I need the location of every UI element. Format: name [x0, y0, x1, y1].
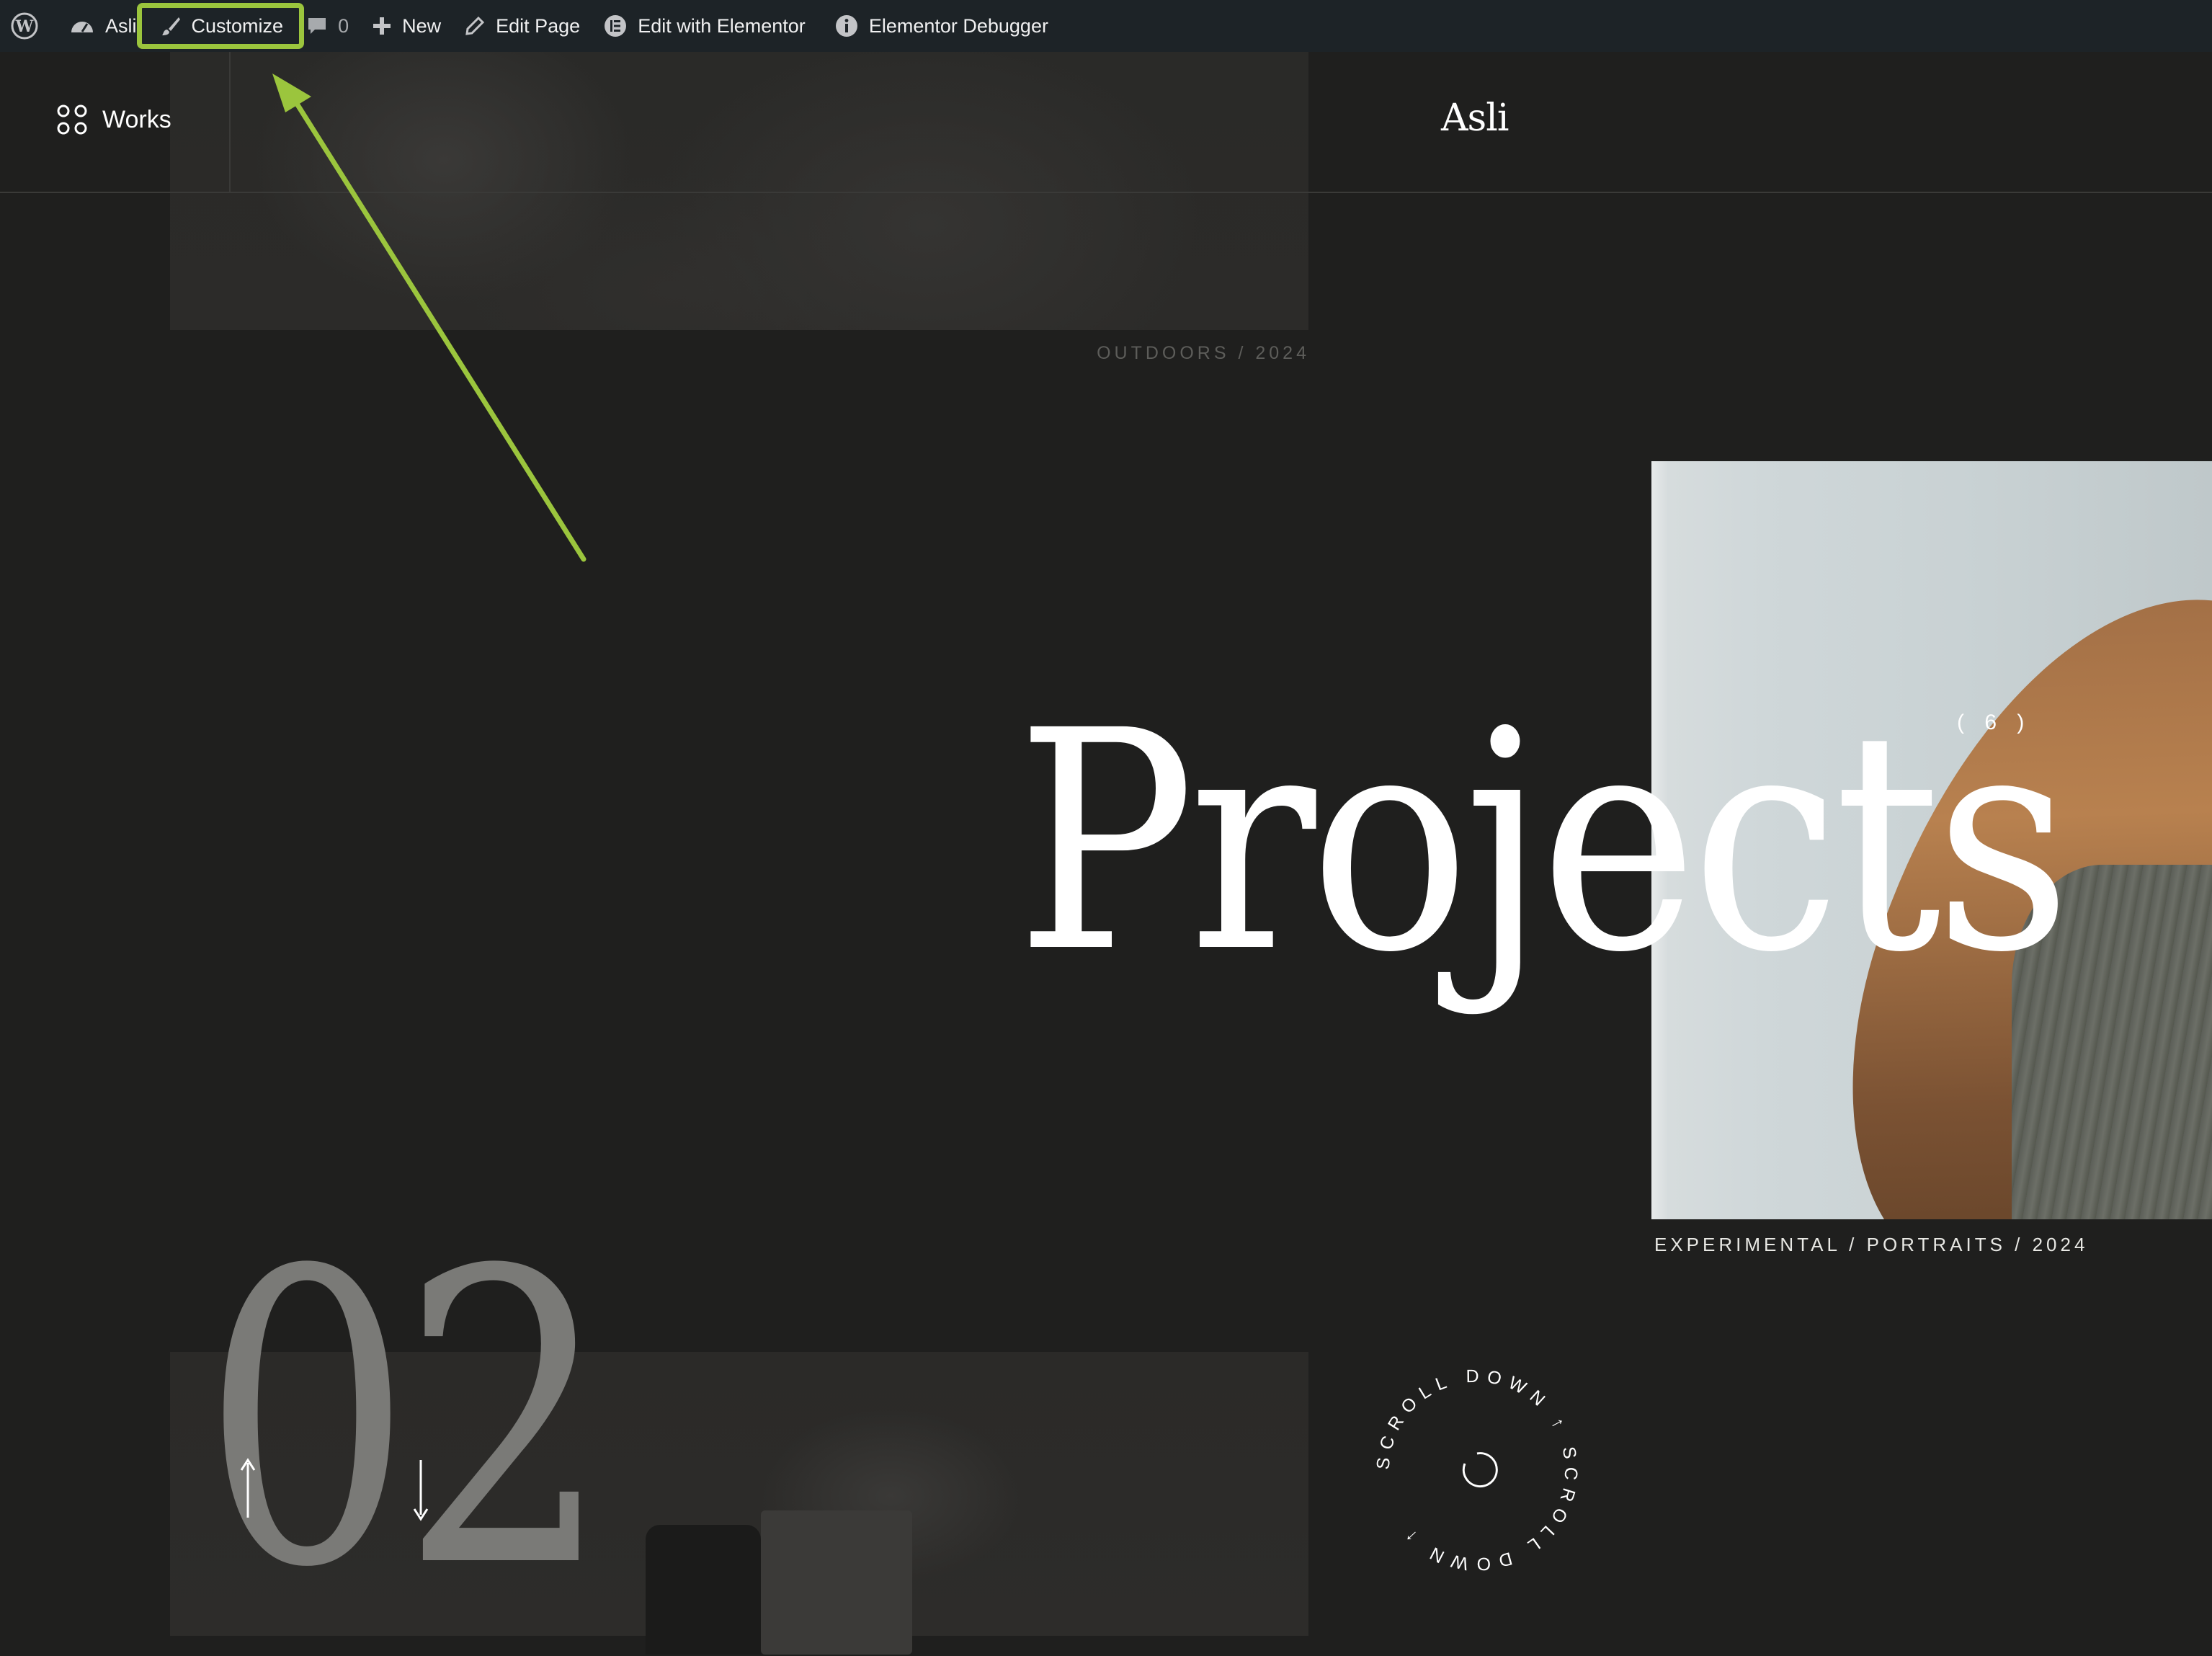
site-header: Works Asli	[0, 52, 2212, 193]
scroll-down-badge[interactable]: SCROLL DOWN ↑ SCROLL DOWN ↑	[1369, 1362, 1585, 1578]
site-name-menu[interactable]: Asli	[58, 0, 148, 52]
plus-icon	[373, 17, 391, 35]
comments-count: 0	[338, 14, 349, 37]
arrow-up-icon[interactable]	[238, 1457, 258, 1522]
projects-heading: Projects	[1016, 667, 2071, 1019]
comments-button[interactable]: 0	[295, 0, 360, 52]
info-icon	[835, 15, 857, 37]
elementor-icon	[605, 15, 627, 37]
portrait-caption: EXPERIMENTAL / PORTRAITS / 2024	[1654, 1234, 2089, 1255]
elementor-debugger-button[interactable]: Elementor Debugger	[817, 0, 1060, 52]
wp-admin-bar: W Asli Customize 0 New Edit Page Edit wi…	[0, 0, 2212, 52]
book-shape	[761, 1510, 912, 1655]
chair-shape	[646, 1525, 761, 1655]
new-label: New	[402, 14, 442, 37]
header-divider	[229, 52, 231, 193]
scroll-down-text: SCROLL DOWN ↑ SCROLL DOWN ↑	[1373, 1366, 1581, 1575]
scroll-spinner-icon	[1462, 1452, 1498, 1488]
projects-count: ( 6 )	[1957, 711, 2032, 734]
edit-with-elementor-button[interactable]: Edit with Elementor	[592, 0, 817, 52]
pencil-icon	[465, 16, 485, 35]
grid-dots-icon	[57, 104, 87, 135]
wordpress-menu[interactable]: W	[0, 0, 58, 52]
edit-page-button[interactable]: Edit Page	[452, 0, 592, 52]
arrow-down-icon[interactable]	[411, 1457, 431, 1522]
outdoors-caption: OUTDOORS / 2024	[1097, 343, 1310, 363]
site-logo[interactable]: Asli	[1441, 97, 1509, 140]
wordpress-icon: W	[11, 12, 38, 40]
project-index-number: 02	[202, 1186, 611, 1656]
debugger-label: Elementor Debugger	[868, 14, 1048, 37]
works-menu-button[interactable]: Works	[56, 104, 171, 135]
edit-elementor-label: Edit with Elementor	[638, 14, 806, 37]
customize-highlight-box	[137, 3, 304, 49]
svg-text:W: W	[15, 17, 34, 36]
edit-page-label: Edit Page	[496, 14, 581, 37]
works-label: Works	[102, 105, 171, 133]
site-name-label: Asli	[105, 14, 137, 37]
comment-icon	[308, 18, 326, 34]
dashboard-icon	[71, 22, 93, 32]
new-content-button[interactable]: New	[360, 0, 452, 52]
